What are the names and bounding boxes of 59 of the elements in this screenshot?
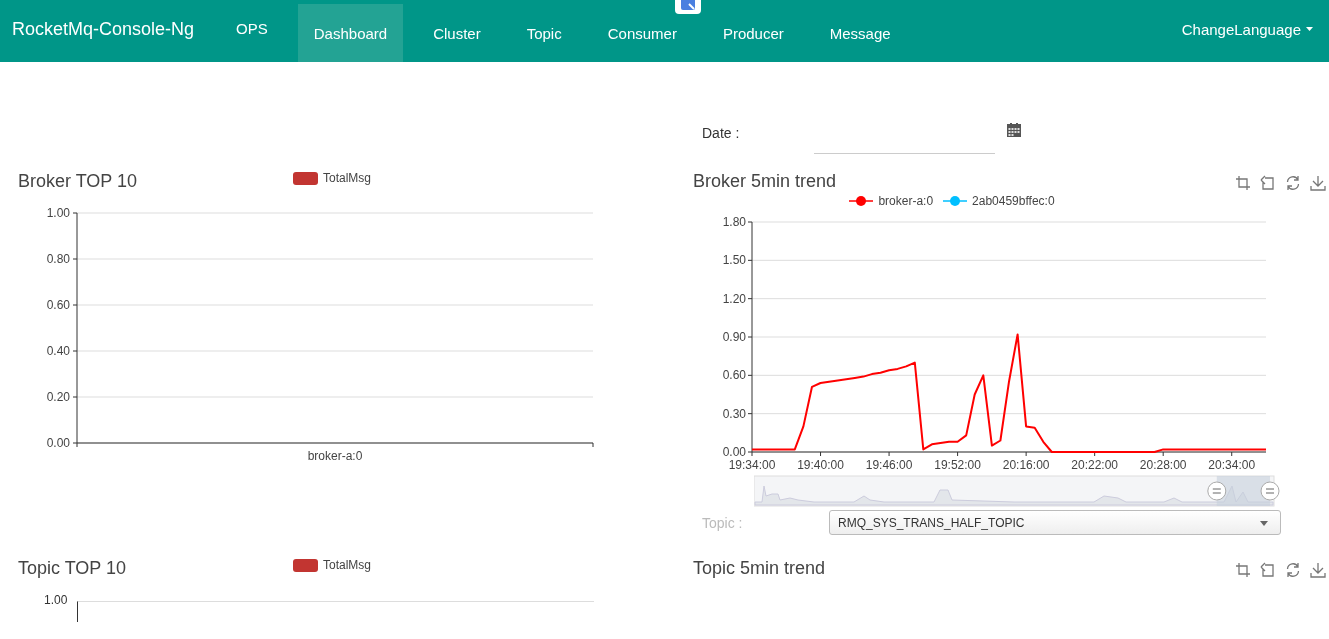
topic-select[interactable]: RMQ_SYS_TRANS_HALF_TOPIC <box>829 510 1281 535</box>
chart-title: Topic 5min trend <box>693 557 827 579</box>
axis-label: 19:40:00 <box>797 458 844 472</box>
axis-label: 20:28:00 <box>1139 458 1187 472</box>
nav-tab[interactable]: Consumer <box>591 4 693 62</box>
nav-tab[interactable]: OPS <box>220 0 284 62</box>
nav-tab[interactable]: Dashboard <box>297 4 404 62</box>
nav-tab[interactable]: Topic <box>510 4 578 62</box>
axis-label: 0.60 <box>722 368 746 383</box>
language-dropdown[interactable]: ChangeLanguage <box>1181 20 1313 38</box>
axis-label: 0.60 <box>46 298 70 312</box>
download-icon[interactable] <box>1310 562 1326 578</box>
zoom-area-icon[interactable] <box>1235 175 1251 191</box>
calendar-icon[interactable] <box>1007 123 1021 137</box>
axis-label: 20:34:00 <box>1208 458 1256 472</box>
nav-tab[interactable]: Cluster <box>417 4 497 62</box>
axis-label: 0.20 <box>46 390 70 404</box>
axis-label: 1.20 <box>722 291 746 306</box>
download-icon[interactable] <box>1310 175 1326 191</box>
axis-label: 1.00 <box>46 206 70 220</box>
axis-label: 0.00 <box>46 436 70 450</box>
nav-tab[interactable]: Message <box>813 4 907 62</box>
axis-label: broker-a:0 <box>307 449 363 463</box>
translate-icon[interactable] <box>675 0 701 14</box>
axis-label: 1.50 <box>722 253 746 268</box>
axis-label: 19:34:00 <box>728 458 776 472</box>
axis-label: 20:22:00 <box>1071 458 1119 472</box>
legend-label[interactable]: broker-a:0 <box>878 194 934 208</box>
axis-label: 0.90 <box>722 330 746 344</box>
legend-marker[interactable] <box>943 195 968 207</box>
refresh-icon[interactable] <box>1285 562 1301 578</box>
zoom-reset-icon[interactable] <box>1260 175 1276 191</box>
topic-label: Topic : <box>702 514 744 531</box>
axis-label: 19:52:00 <box>934 458 981 472</box>
legend-swatch[interactable] <box>293 558 318 572</box>
axis-label: 20:16:00 <box>1002 458 1050 472</box>
zoom-area-icon[interactable] <box>1235 562 1251 578</box>
chart-title: Topic TOP 10 <box>18 557 128 579</box>
axis-label: 0.80 <box>46 252 70 266</box>
zoom-reset-icon[interactable] <box>1260 562 1276 578</box>
caret-icon[interactable] <box>1260 520 1268 526</box>
axis-label: 0.30 <box>722 406 746 421</box>
nav-tab[interactable]: Producer <box>706 4 800 62</box>
axis-label: 0.00 <box>722 445 746 459</box>
refresh-icon[interactable] <box>1285 175 1301 191</box>
axis-label: 19:46:00 <box>865 458 913 472</box>
date-label: Date : <box>702 125 741 141</box>
legend-label[interactable]: 2ab0459bffec:0 <box>972 194 1055 208</box>
chart-title: Broker TOP 10 <box>18 170 139 192</box>
brand-title[interactable]: RocketMq-Console-Ng <box>0 18 215 40</box>
chart-title: Broker 5min trend <box>693 170 838 192</box>
legend-label[interactable]: TotalMsg <box>323 171 372 185</box>
legend-swatch[interactable] <box>293 171 318 185</box>
legend-label[interactable]: TotalMsg <box>323 558 372 572</box>
axis-label: 1.80 <box>722 215 746 229</box>
caret-icon[interactable] <box>1306 27 1313 31</box>
axis-label: 1.00 <box>44 593 69 607</box>
axis-label: 0.40 <box>46 344 70 358</box>
legend-marker[interactable] <box>849 195 874 207</box>
